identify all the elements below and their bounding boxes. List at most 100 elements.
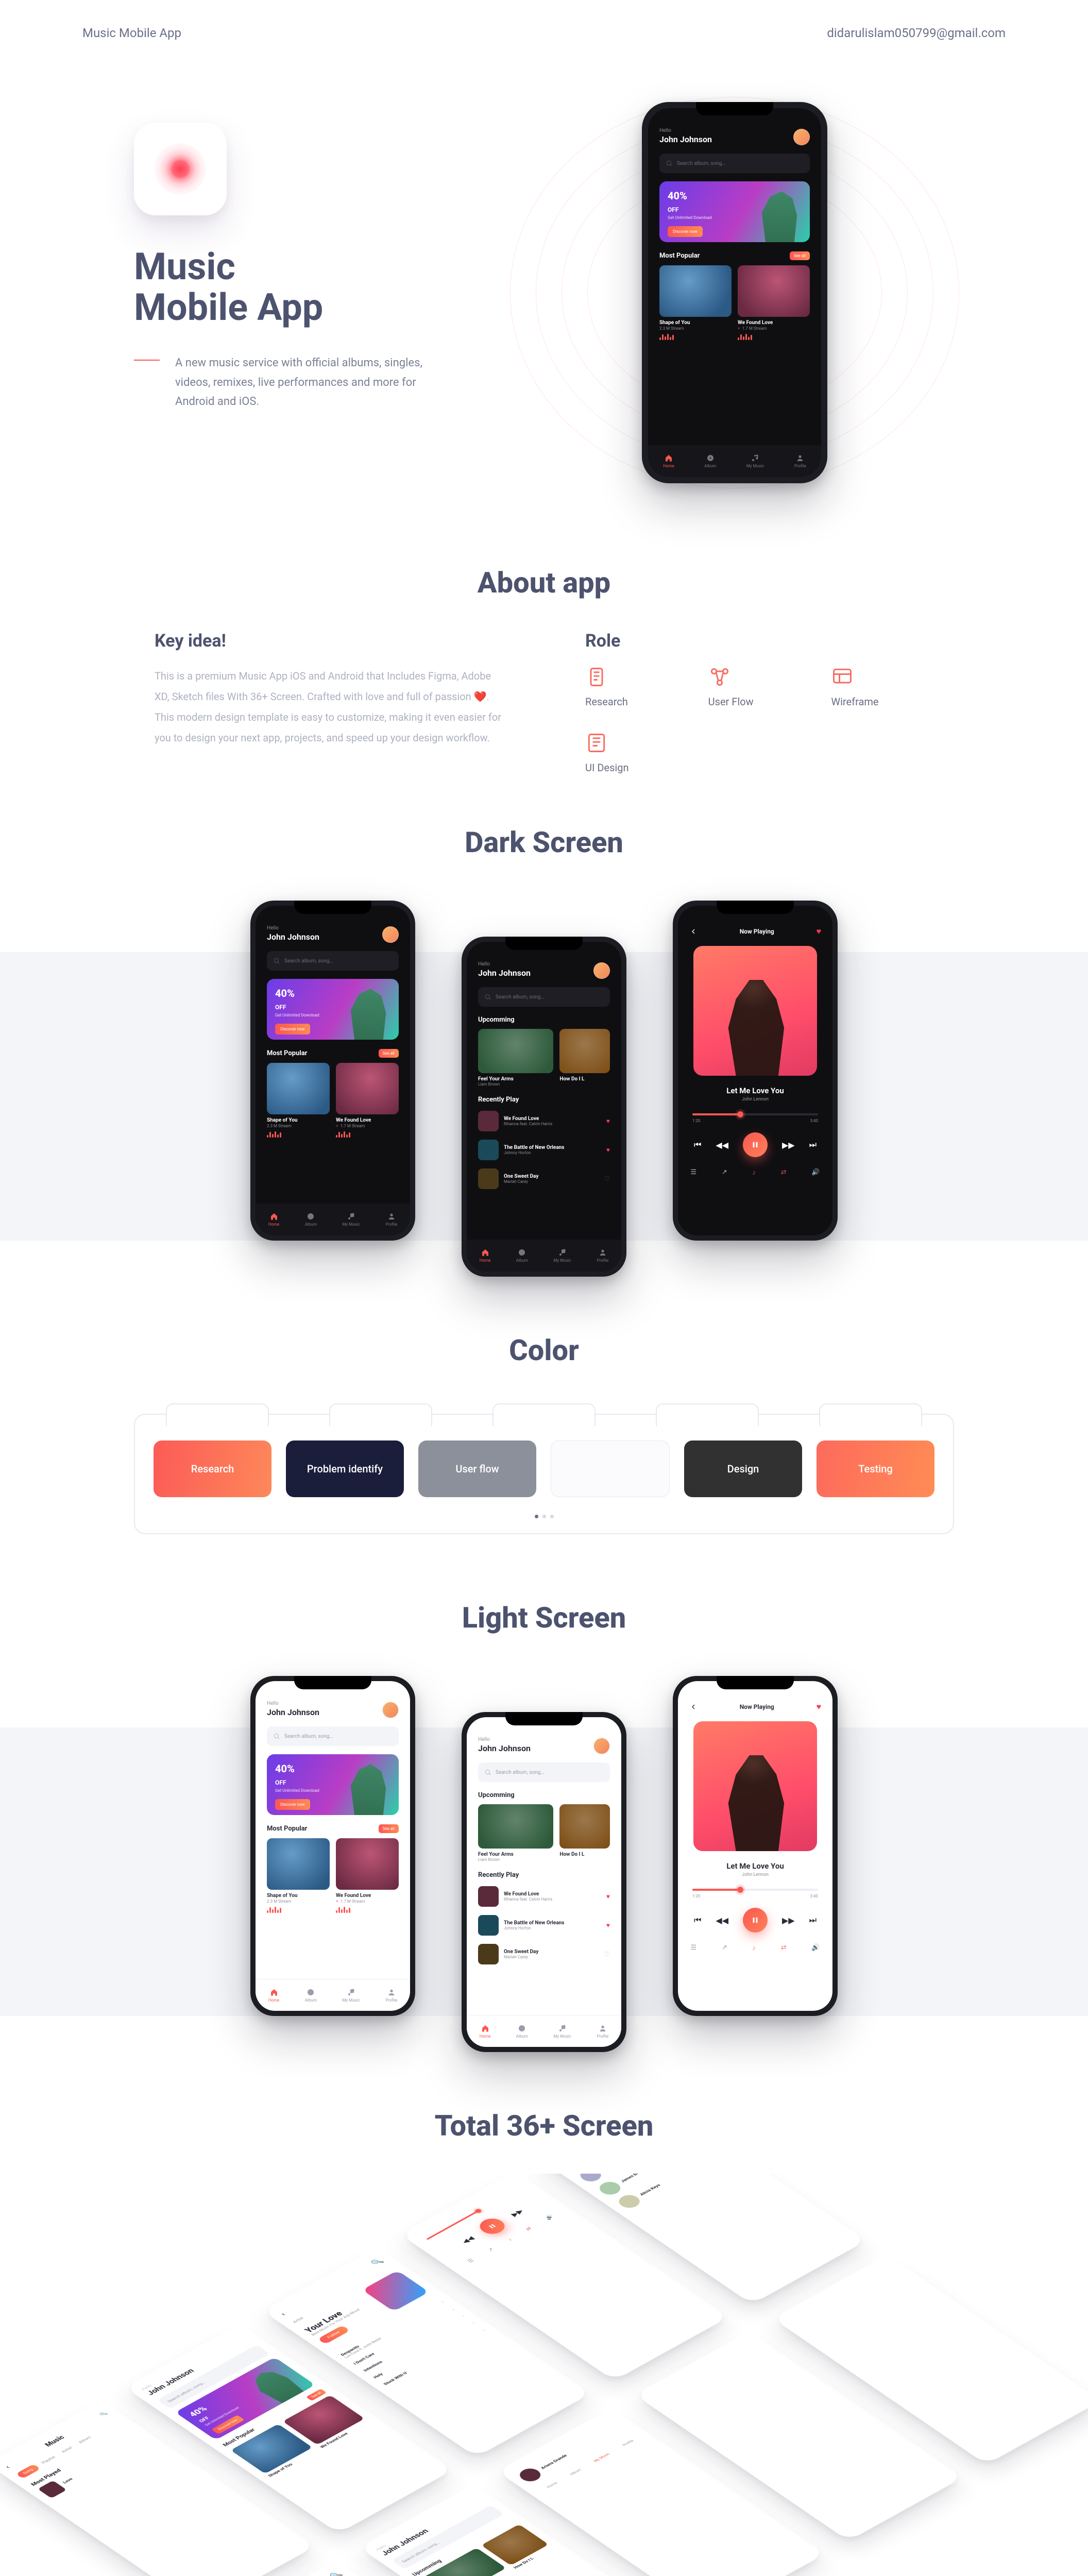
popular-card[interactable]: Shape of You2.3 M Stream [267, 1063, 330, 1138]
next-track-icon[interactable]: ⏭ [809, 1140, 817, 1150]
search-icon[interactable]: 🔍 [369, 2257, 385, 2267]
heart-icon[interactable]: ♥ [606, 1146, 610, 1154]
heart-icon[interactable]: ♥ [606, 1117, 610, 1125]
recent-item[interactable]: The Battle of New OrleansJohnny Horton♥ [478, 1911, 610, 1940]
volume-icon[interactable]: 🔊 [811, 1944, 820, 1952]
volume-icon[interactable]: 🔊 [811, 1168, 820, 1177]
heart-icon[interactable]: ♡ [604, 1175, 610, 1182]
tab-home[interactable]: Home [480, 1248, 491, 1263]
shuffle-icon[interactable]: ⇄ [781, 1168, 787, 1177]
popular-card[interactable]: Shape of You2.3 M Stream [267, 1838, 330, 1913]
tab-home[interactable]: Home [480, 2024, 491, 2039]
share-icon[interactable]: ↗ [722, 1168, 727, 1177]
prev-track-icon[interactable]: ⏮ [694, 1915, 701, 1925]
share-icon[interactable]: ↗ [722, 1944, 727, 1952]
promo-banner[interactable]: 40%OFFGet Unlimited DownloadDiscover now [267, 1754, 399, 1815]
see-all-button[interactable]: See all [379, 1049, 399, 1058]
upcoming-card[interactable]: Feel Your ArmsLiam Brown [478, 1804, 553, 1862]
contact-email[interactable]: didarulislam050799@gmail.com [827, 26, 1006, 40]
popular-card[interactable]: We Found Love ♥1.7 M Stream [738, 265, 810, 340]
promo-cta[interactable]: Discover now [275, 1799, 310, 1810]
tab-home[interactable]: Home [268, 1212, 280, 1227]
tab-my-music[interactable]: My Music [342, 1988, 360, 2003]
tab-my-music[interactable]: My Music [342, 1212, 360, 1227]
shuffle-icon[interactable]: ⇄ [781, 1944, 787, 1952]
back-icon[interactable] [689, 927, 698, 936]
play-pause-button[interactable] [743, 1132, 768, 1157]
search-input[interactable]: Search album, song… [267, 1726, 399, 1746]
tab-home[interactable]: Home [663, 454, 674, 468]
next-track-icon[interactable]: ⏭ [809, 1915, 817, 1925]
recent-item[interactable]: We Found LoveRihanna feat. Calvin Harris… [478, 1107, 610, 1136]
tab-profile[interactable]: Profile [597, 2024, 608, 2039]
tab-home[interactable]: Home [268, 1988, 280, 2003]
promo-banner[interactable]: 40%OFF Get Unlimited Download Discover n… [267, 979, 399, 1040]
tab-album[interactable]: Album [704, 454, 716, 468]
rewind-icon[interactable]: ◀◀ [716, 1140, 728, 1150]
queue-icon[interactable]: ☰ [690, 1944, 696, 1952]
heart-icon: ♥ [738, 326, 740, 331]
music-icon[interactable]: ♪ [752, 1944, 756, 1952]
rewind-icon[interactable]: ◀◀ [716, 1916, 728, 1925]
search-icon[interactable]: 🔍 [98, 2411, 108, 2417]
forward-icon[interactable]: ▶▶ [782, 1140, 795, 1150]
heart-icon[interactable]: ♡ [604, 1951, 610, 1958]
queue-icon[interactable]: ☰ [690, 1168, 696, 1177]
upcoming-card[interactable]: How Do I L [559, 1029, 610, 1087]
pill-artist[interactable]: Artist [57, 2444, 78, 2456]
tab-my-music[interactable]: My Music [553, 2024, 571, 2039]
progress-bar[interactable] [692, 1889, 818, 1891]
search-input[interactable]: Search album, song… [478, 987, 610, 1007]
search-input[interactable]: Search album, song… [659, 154, 810, 173]
heart-icon[interactable]: ♥ [816, 1702, 821, 1712]
promo-cta[interactable]: Discover now [668, 226, 703, 237]
equalizer-icon [738, 334, 810, 340]
upcoming-card[interactable]: Feel Your ArmsLiam Brown [478, 1029, 553, 1087]
recent-item[interactable]: One Sweet DayMariah Carey♡ [478, 1164, 610, 1193]
search-input[interactable]: Search album, song… [267, 951, 399, 971]
search-input[interactable]: Search album, song… [478, 1762, 610, 1782]
promo-banner[interactable]: 40%OFF Get Unlimited Download Discover n… [659, 181, 810, 242]
forward-icon[interactable]: ▶▶ [782, 1916, 795, 1925]
user-avatar[interactable] [593, 962, 610, 979]
tab-album[interactable]: Album [516, 2024, 528, 2039]
progress-bar[interactable] [692, 1113, 818, 1115]
recent-item[interactable]: One Sweet DayMariah Carey♡ [478, 1940, 610, 1969]
user-avatar[interactable] [593, 1738, 610, 1754]
tab-album[interactable]: Album [305, 1212, 317, 1227]
pill-playlist[interactable]: Playlist [37, 2453, 61, 2467]
tab-profile[interactable]: Profile [597, 1248, 608, 1263]
music-icon[interactable]: ♪ [752, 1168, 756, 1177]
recent-item[interactable]: The Battle of New OrleansJohnny Horton♥ [478, 1136, 610, 1164]
upcoming-card[interactable]: How Do I L [559, 1804, 610, 1862]
back-icon[interactable] [689, 1703, 698, 1711]
prev-track-icon[interactable]: ⏮ [694, 1140, 701, 1150]
tab-profile[interactable]: Profile [385, 1988, 397, 2003]
popular-card[interactable]: We Found Love♥1.7 M Stream [336, 1063, 399, 1138]
popular-card[interactable]: Shape of You 2.3 M Stream [659, 265, 732, 340]
play-pause-button[interactable] [743, 1908, 768, 1933]
tab-profile[interactable]: Profile [385, 1212, 397, 1227]
promo-cta[interactable]: Discover now [275, 1024, 310, 1035]
heart-icon[interactable]: ♥ [816, 926, 821, 937]
see-all-button[interactable]: See all [790, 251, 810, 260]
search-icon[interactable]: 🔍 [328, 2570, 344, 2576]
play-pause-button[interactable] [475, 2215, 510, 2237]
tab-my-music[interactable]: My Music [553, 1248, 571, 1263]
recent-item[interactable]: We Found LoveRihanna feat. Calvin Harris… [478, 1882, 610, 1911]
tab-my-music[interactable]: My Music [746, 454, 764, 468]
user-avatar[interactable] [382, 1702, 399, 1718]
pill-album[interactable]: Album [74, 2433, 96, 2447]
user-name: John Johnson [659, 134, 810, 144]
tab-album[interactable]: Album [516, 1248, 528, 1263]
user-avatar[interactable] [382, 926, 399, 943]
tab-profile[interactable]: Profile [794, 454, 806, 468]
see-all-button[interactable]: See all [379, 1824, 399, 1833]
user-avatar[interactable] [793, 129, 810, 145]
pill-song[interactable]: Song [15, 2464, 41, 2479]
light-phone-list: Hello John Johnson Search album, song… U… [462, 1712, 626, 2052]
popular-card[interactable]: We Found Love♥1.7 M Stream [336, 1838, 399, 1913]
tab-album[interactable]: Album [305, 1988, 317, 2003]
heart-icon[interactable]: ♥ [606, 1893, 610, 1900]
heart-icon[interactable]: ♥ [606, 1922, 610, 1929]
